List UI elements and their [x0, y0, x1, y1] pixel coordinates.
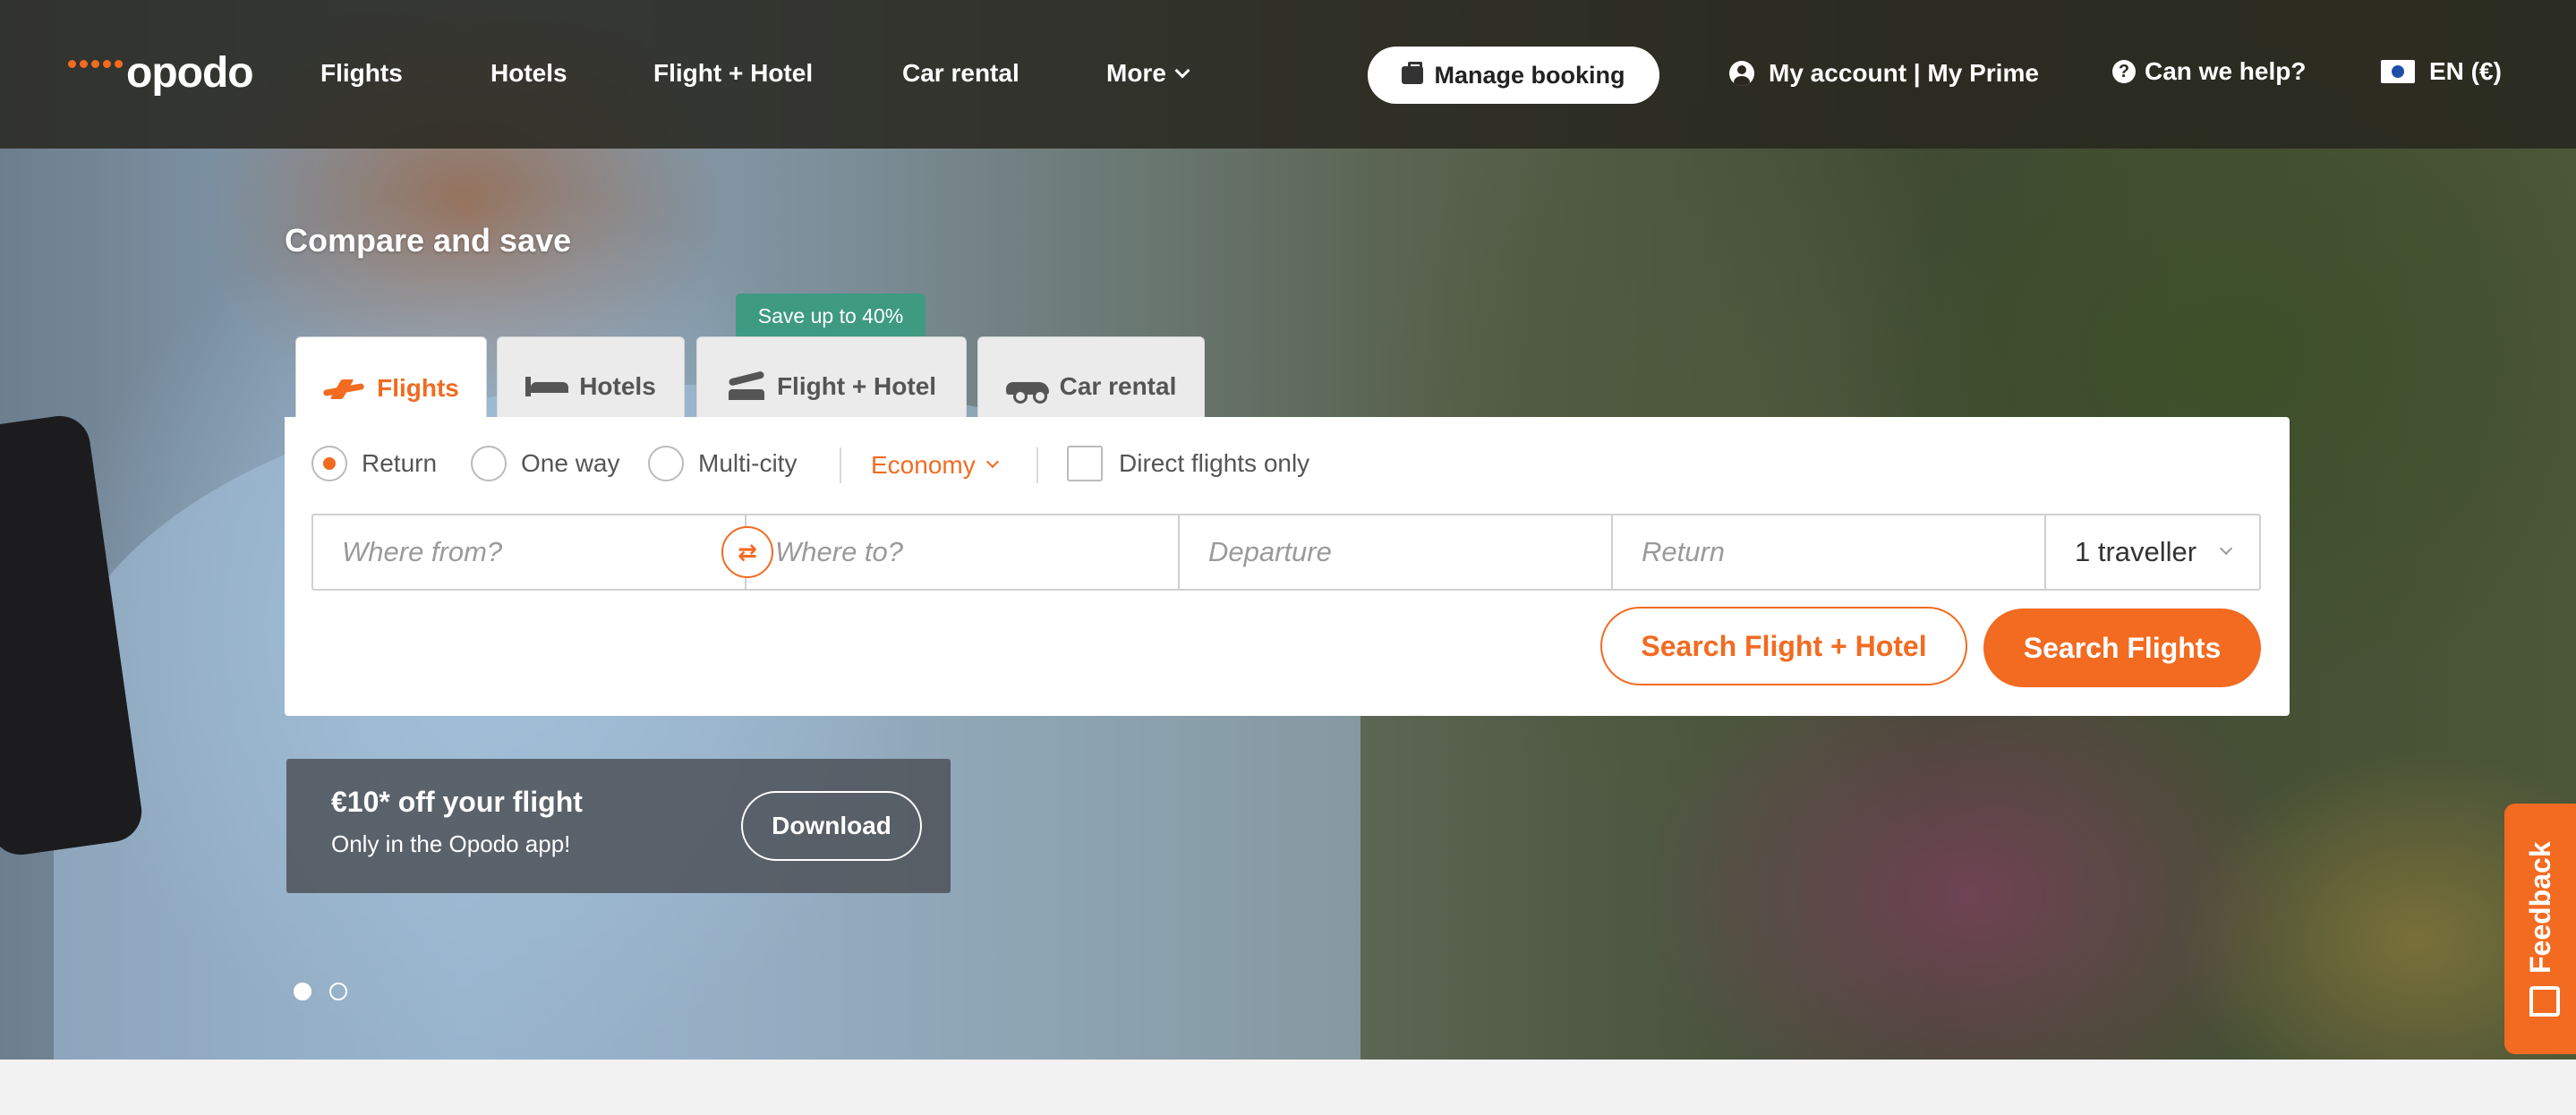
search-flight-hotel-button[interactable]: Search Flight + Hotel [1600, 607, 1967, 685]
direct-flights-checkbox[interactable]: Direct flights only [1067, 446, 1309, 481]
flag-icon [2381, 60, 2415, 83]
feedback-tab[interactable]: Feedback [2504, 804, 2576, 1054]
origin-field[interactable] [313, 515, 746, 589]
briefcase-icon [1402, 62, 1424, 84]
travellers-label: 1 traveller [2075, 536, 2197, 567]
plane-icon [323, 379, 366, 397]
save-badge: Save up to 40% [736, 294, 925, 349]
carousel-dot-1[interactable] [294, 983, 311, 1000]
radio-return[interactable] [311, 446, 347, 481]
cabin-class-select[interactable]: Economy [871, 451, 999, 480]
return-field[interactable] [1613, 515, 2046, 589]
tab-car-rental-label: Car rental [1059, 371, 1177, 400]
logo-wordmark: opodo [126, 49, 254, 97]
hero-headline: Compare and save [285, 222, 572, 259]
divider [1036, 447, 1038, 483]
radio-one-way[interactable] [471, 446, 507, 481]
chat-icon [2529, 986, 2560, 1017]
tab-hotels[interactable]: Hotels [497, 336, 685, 419]
swap-icon[interactable]: ⇄ [721, 526, 773, 578]
help-label: Can we help? [2145, 57, 2307, 85]
app-promo-banner: €10* off your flight Only in the Opodo a… [286, 759, 951, 893]
question-icon: ? [2112, 60, 2136, 83]
search-fields: ⇄ 1 traveller [311, 514, 2261, 591]
trip-type-multi-city-label: Multi-city [698, 449, 798, 477]
help-link[interactable]: ? Can we help? [2112, 57, 2306, 86]
logo-dots [68, 60, 123, 68]
promo-title: €10* off your flight [331, 786, 583, 818]
nav-flights[interactable]: Flights [320, 57, 403, 89]
account-label: My account | My Prime [1769, 59, 2039, 87]
opodo-logo[interactable]: opodo [68, 48, 254, 98]
trip-type-return[interactable]: Return [311, 446, 437, 481]
tab-car-rental[interactable]: Car rental [977, 336, 1205, 419]
car-icon [1005, 375, 1049, 404]
feedback-label: Feedback [2524, 841, 2556, 974]
download-button[interactable]: Download [741, 791, 922, 861]
carousel-dot-2[interactable] [329, 983, 347, 1000]
tab-hotels-label: Hotels [579, 371, 656, 400]
page-content-strip [0, 1060, 2576, 1115]
nav-more-label: More [1106, 59, 1166, 87]
plane-bed-icon [727, 371, 766, 402]
checkbox-box[interactable] [1067, 446, 1103, 481]
tab-flights[interactable]: Flights [295, 336, 487, 422]
my-account-link[interactable]: My account | My Prime [1729, 59, 2039, 88]
destination-field[interactable] [746, 515, 1180, 589]
language-selector[interactable]: EN (€) [2381, 57, 2502, 86]
departure-input[interactable] [1208, 536, 1611, 568]
travellers-select[interactable]: 1 traveller [2046, 515, 2259, 589]
tab-flight-hotel-label: Flight + Hotel [776, 371, 937, 400]
destination-input[interactable] [775, 536, 1178, 568]
promo-subtitle: Only in the Opodo app! [331, 830, 571, 857]
language-label: EN (€) [2429, 57, 2502, 85]
manage-booking-label: Manage booking [1434, 61, 1625, 89]
carousel-dots [294, 983, 347, 1000]
divider [840, 447, 841, 483]
chevron-down-icon [985, 455, 999, 469]
direct-flights-label: Direct flights only [1119, 449, 1310, 477]
trip-type-multi-city[interactable]: Multi-city [648, 446, 797, 481]
tab-flights-label: Flights [377, 373, 459, 402]
radio-multi-city[interactable] [648, 446, 684, 481]
return-input[interactable] [1642, 536, 2044, 568]
origin-input[interactable] [342, 536, 745, 568]
nav-flight-hotel[interactable]: Flight + Hotel [653, 57, 813, 89]
flight-search-panel: Return One way Multi-city Economy Direct… [285, 417, 2290, 716]
top-navigation: opodo Flights Hotels Flight + Hotel Car … [0, 0, 2576, 149]
search-flights-button[interactable]: Search Flights [1983, 609, 2261, 687]
nav-more[interactable]: More [1106, 57, 1190, 89]
nav-car-rental[interactable]: Car rental [902, 57, 1019, 89]
trip-type-return-label: Return [362, 449, 438, 477]
trip-type-one-way-label: One way [521, 449, 620, 477]
trip-type-one-way[interactable]: One way [471, 446, 620, 481]
nav-hotels[interactable]: Hotels [490, 57, 567, 89]
chevron-down-icon [1174, 63, 1190, 79]
cabin-class-label: Economy [871, 451, 976, 479]
tab-flight-hotel[interactable]: Flight + Hotel [696, 336, 967, 419]
chevron-down-icon [2219, 541, 2233, 556]
manage-booking-button[interactable]: Manage booking [1368, 47, 1659, 104]
user-icon [1729, 61, 1754, 86]
bed-icon [525, 376, 569, 396]
departure-field[interactable] [1180, 515, 1613, 589]
